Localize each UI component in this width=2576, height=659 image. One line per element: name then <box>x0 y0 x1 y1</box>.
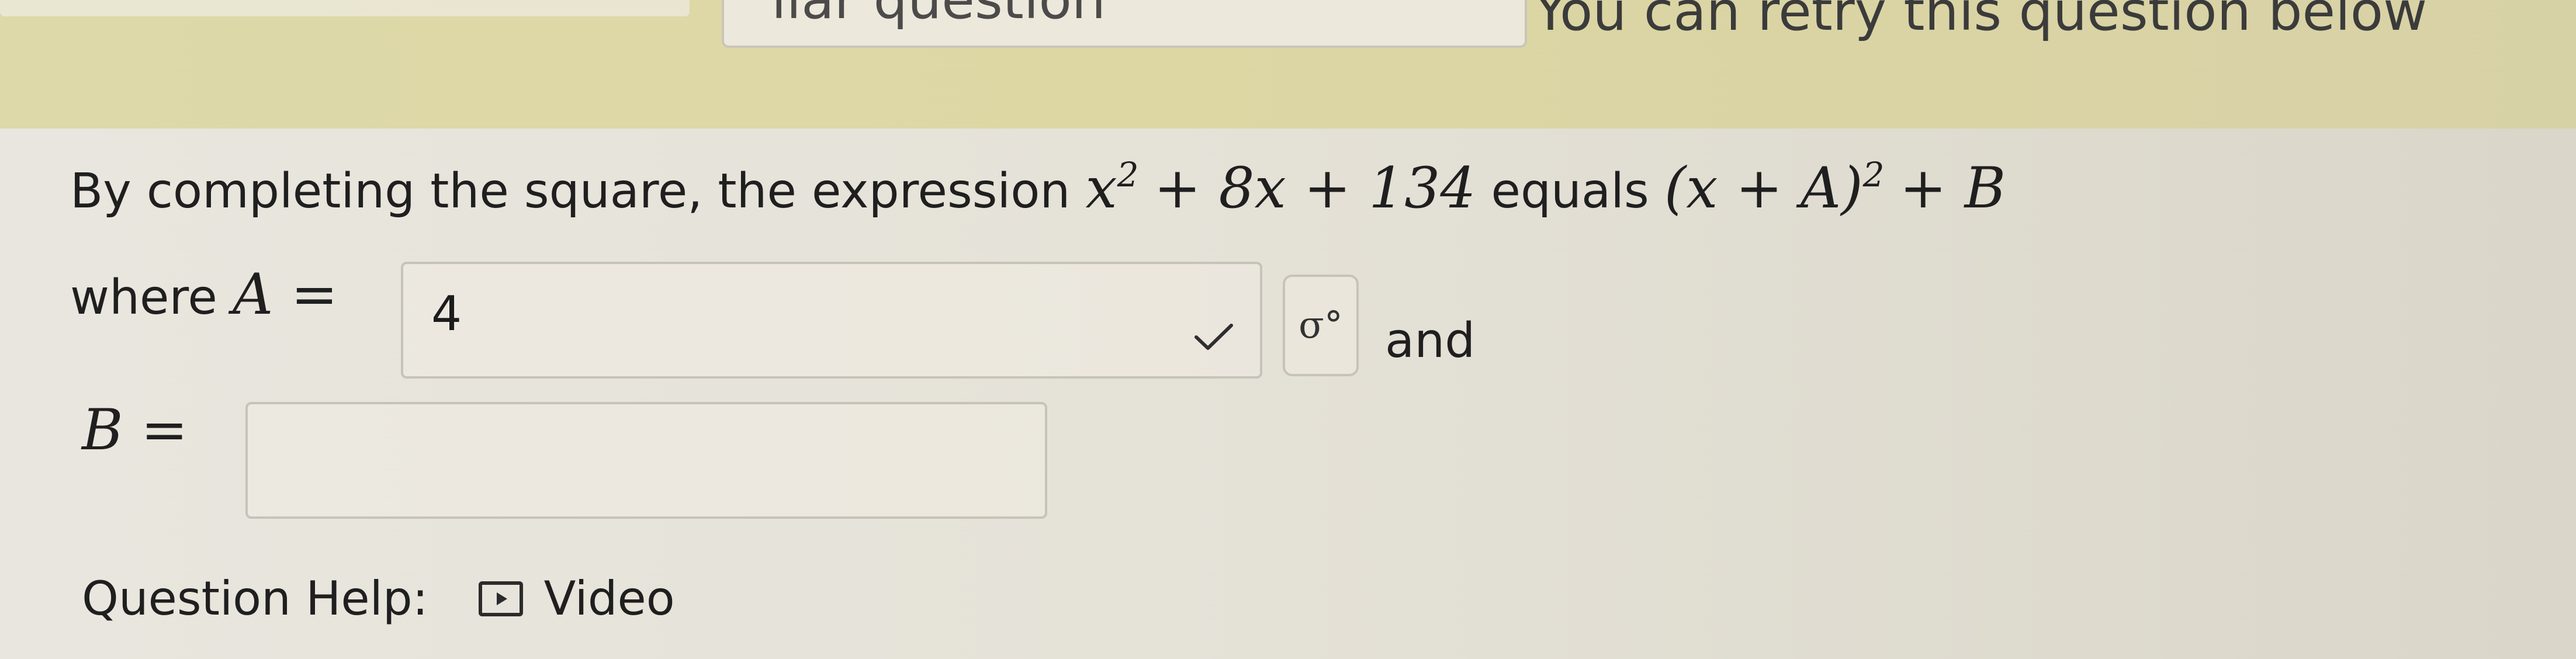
equals-text: equals <box>1491 164 1649 219</box>
where-label: where <box>70 270 217 325</box>
banner-left-tab <box>0 0 690 16</box>
retry-message: You can retry this question below <box>1534 0 2428 43</box>
video-link[interactable]: Video <box>478 571 675 626</box>
check-icon <box>1194 324 1233 350</box>
similar-question-text: ilar question <box>771 0 1106 31</box>
preview-icon: σ° <box>1299 304 1343 347</box>
question-prompt: By completing the square, the expression… <box>70 155 2006 221</box>
video-label: Video <box>543 571 675 626</box>
question-help: Question Help: Video <box>82 571 675 626</box>
question-content: By completing the square, the expression… <box>70 155 2513 637</box>
and-label: and <box>1385 313 1476 369</box>
expression-tail: + 8x + 134 <box>1154 155 1476 221</box>
question-text: By completing the square, the expression <box>70 164 1071 219</box>
page: ilar question You can retry this questio… <box>0 0 2576 659</box>
answer-a-field[interactable]: 4 <box>401 262 1262 379</box>
b-label: B = <box>82 397 188 463</box>
preview-button[interactable]: σ° <box>1283 275 1359 376</box>
expression-power: 2 <box>1117 155 1139 195</box>
answer-b-field[interactable] <box>245 402 1047 519</box>
target-form-tail: + B <box>1899 155 2006 221</box>
target-power: 2 <box>1862 155 1885 195</box>
retry-banner: ilar question You can retry this questio… <box>0 0 2576 129</box>
where-row: where A = <box>70 262 338 327</box>
a-symbol: A = <box>232 262 338 327</box>
question-help-label: Question Help: <box>82 571 428 626</box>
answer-a-value: 4 <box>431 286 462 342</box>
b-symbol: B = <box>82 397 188 463</box>
expression-x: x <box>1085 155 1117 221</box>
video-icon <box>478 581 523 616</box>
target-form: (x + A) <box>1664 155 1863 221</box>
